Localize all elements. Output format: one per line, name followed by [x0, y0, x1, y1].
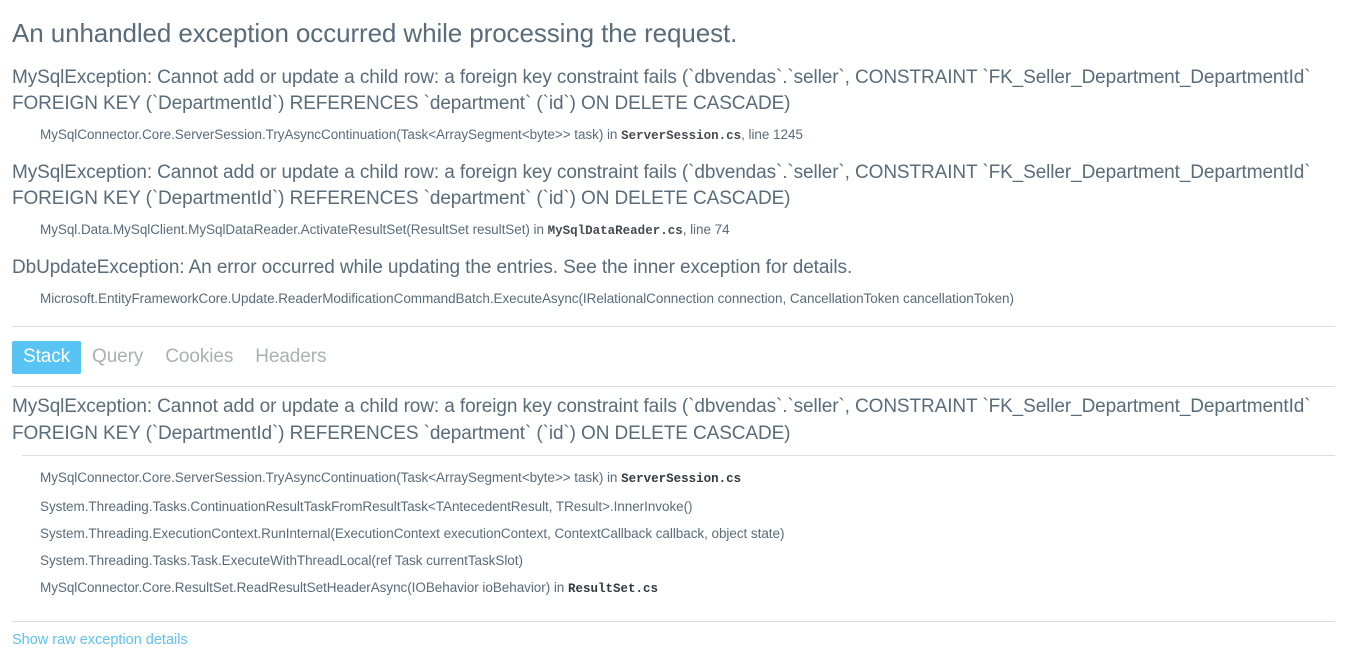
- exception-frame-text: MySqlConnector.Core.ServerSession.TryAsy…: [40, 127, 618, 143]
- exception-title: DbUpdateException: An error occurred whi…: [12, 257, 853, 279]
- error-page: An unhandled exception occurred while pr…: [0, 0, 1347, 649]
- stack-tab-panel: MySqlException: Cannot add or update a c…: [12, 387, 1335, 603]
- exception-frame-file: MySqlDataReader.cs: [547, 224, 683, 239]
- exception-frame-text: Microsoft.EntityFrameworkCore.Update.Rea…: [40, 291, 1014, 307]
- stack-frame: System.Threading.ExecutionContext.RunInt…: [12, 520, 1335, 547]
- stack-frame-file: ResultSet.cs: [567, 582, 658, 597]
- show-raw-exception-details-link[interactable]: Show raw exception details: [12, 622, 188, 648]
- stack-frame: MySqlConnector.Core.ResultSet.ReadResult…: [12, 574, 1335, 603]
- exception-frame-line: , line 74: [682, 222, 730, 238]
- stack-frame: System.Threading.Tasks.ContinuationResul…: [12, 493, 1335, 520]
- exception-summary-list: MySqlException: Cannot add or update a c…: [12, 63, 1335, 314]
- tab-stack[interactable]: Stack: [12, 341, 82, 375]
- stack-frame: MySqlConnector.Core.ServerSession.TryAsy…: [12, 464, 1335, 493]
- exception-block: MySqlException: Cannot add or update a c…: [12, 63, 1335, 152]
- exception-block: MySqlException: Cannot add or update a c…: [12, 158, 1335, 247]
- exception-title: MySqlException: Cannot add or update a c…: [12, 162, 1311, 210]
- stack-frame: System.Threading.Tasks.Task.ExecuteWithT…: [12, 547, 1335, 574]
- exception-frame: Microsoft.EntityFrameworkCore.Update.Rea…: [12, 283, 1335, 314]
- exception-frame-file: ServerSession.cs: [621, 129, 742, 144]
- exception-frame-line: , line 1245: [741, 127, 803, 143]
- exception-frame: MySql.Data.MySqlClient.MySqlDataReader.A…: [12, 214, 1335, 247]
- tab-bar: Stack Query Cookies Headers: [12, 327, 1335, 386]
- divider-above-frames: [22, 455, 1335, 457]
- tab-query[interactable]: Query: [81, 341, 154, 374]
- exception-frame-text: MySql.Data.MySqlClient.MySqlDataReader.A…: [40, 222, 544, 238]
- stack-frame-text: MySqlConnector.Core.ServerSession.TryAsy…: [40, 470, 618, 486]
- tab-cookies[interactable]: Cookies: [154, 341, 244, 374]
- stack-frame-text: MySqlConnector.Core.ResultSet.ReadResult…: [40, 580, 565, 596]
- stack-frame-list: MySqlConnector.Core.ServerSession.TryAsy…: [12, 462, 1335, 603]
- exception-block: DbUpdateException: An error occurred whi…: [12, 253, 1335, 314]
- stack-frame-text: System.Threading.ExecutionContext.RunInt…: [40, 526, 785, 542]
- page-title: An unhandled exception occurred while pr…: [12, 18, 738, 48]
- stack-frame-text: System.Threading.Tasks.ContinuationResul…: [40, 499, 693, 515]
- exception-title: MySqlException: Cannot add or update a c…: [12, 67, 1311, 115]
- stack-frame-text: System.Threading.Tasks.Task.ExecuteWithT…: [40, 553, 523, 569]
- tab-headers[interactable]: Headers: [244, 341, 337, 374]
- stack-frame-file: ServerSession.cs: [621, 472, 742, 487]
- stack-panel-heading: MySqlException: Cannot add or update a c…: [12, 396, 1311, 445]
- exception-frame: MySqlConnector.Core.ServerSession.TryAsy…: [12, 119, 1335, 152]
